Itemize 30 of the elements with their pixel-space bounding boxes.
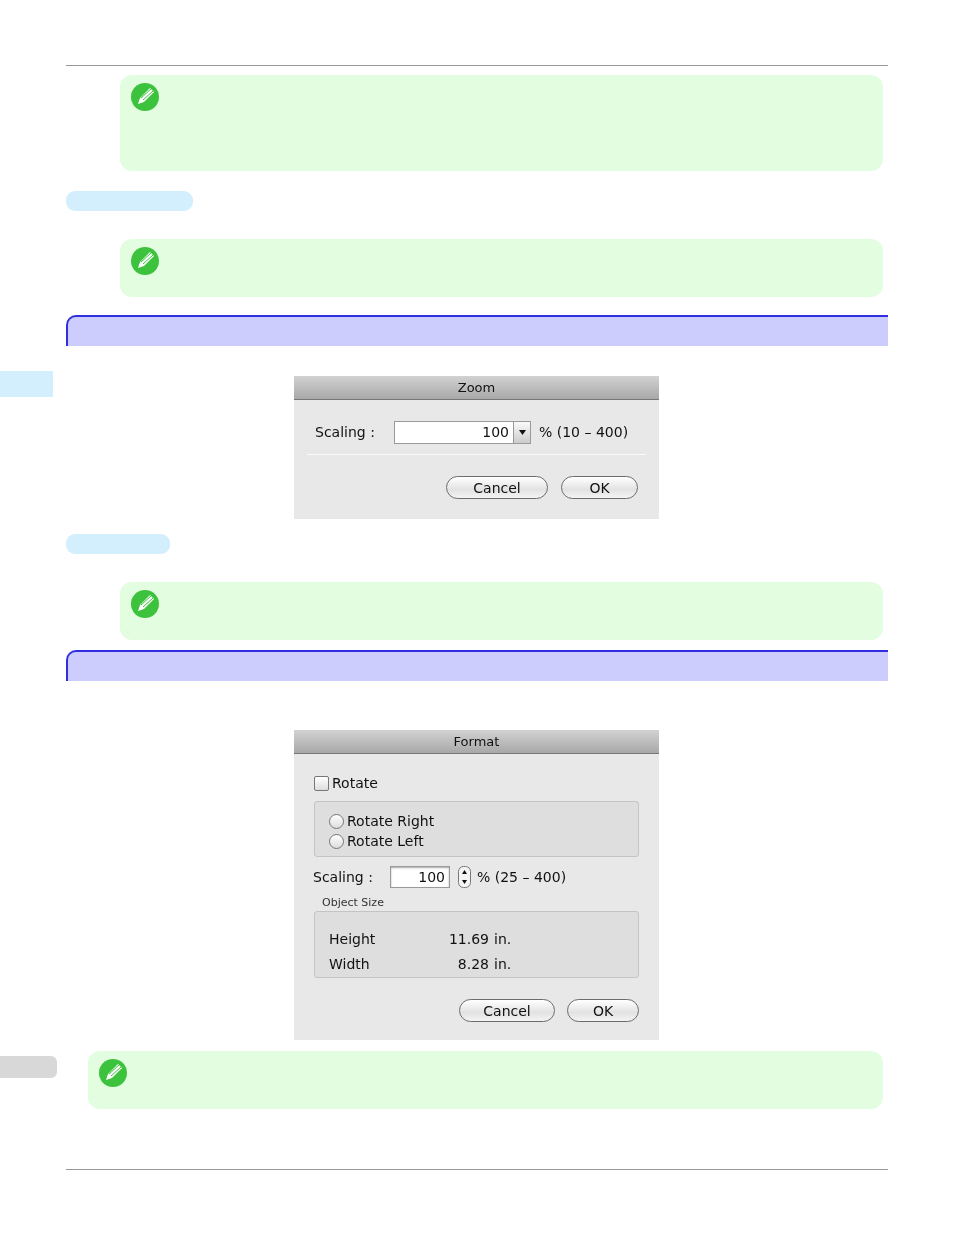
rotate-checkbox[interactable] — [314, 776, 329, 791]
scaling-field[interactable]: 100 — [390, 866, 450, 888]
field-label: Scaling : — [315, 423, 376, 442]
size-label: Height — [329, 930, 377, 949]
group-legend: Object Size — [322, 896, 659, 910]
dialog-title: Format — [294, 730, 659, 754]
radio-label: Rotate Right — [347, 811, 435, 831]
dialog-button[interactable]: OK — [567, 999, 639, 1022]
radio-button[interactable] — [329, 813, 344, 829]
dialog-button[interactable]: Cancel — [446, 476, 548, 499]
dialog-button[interactable]: OK — [561, 476, 638, 499]
dialog-title: Zoom — [294, 376, 659, 400]
size-value: 8.28 — [456, 955, 489, 974]
checkbox-label: Rotate — [332, 774, 378, 793]
unit-label: in. — [494, 930, 512, 949]
pencil-icon — [130, 246, 160, 276]
pencil-icon — [98, 1058, 128, 1088]
pencil-icon — [130, 589, 160, 619]
radio-button[interactable] — [329, 833, 344, 849]
pencil-icon — [130, 82, 160, 112]
range-text: % (10 – 400) — [539, 423, 629, 442]
field-label: Scaling : — [313, 867, 374, 887]
radio-label: Rotate Left — [347, 831, 424, 851]
size-label: Width — [329, 955, 371, 974]
unit-label: in. — [494, 955, 512, 974]
range-text: % (25 – 400) — [477, 867, 567, 887]
scaling-combo-box[interactable]: 100 — [394, 421, 531, 444]
size-value: 11.69 — [447, 930, 489, 949]
dialog-button[interactable]: Cancel — [459, 999, 555, 1022]
stepper-icon[interactable] — [458, 866, 471, 888]
